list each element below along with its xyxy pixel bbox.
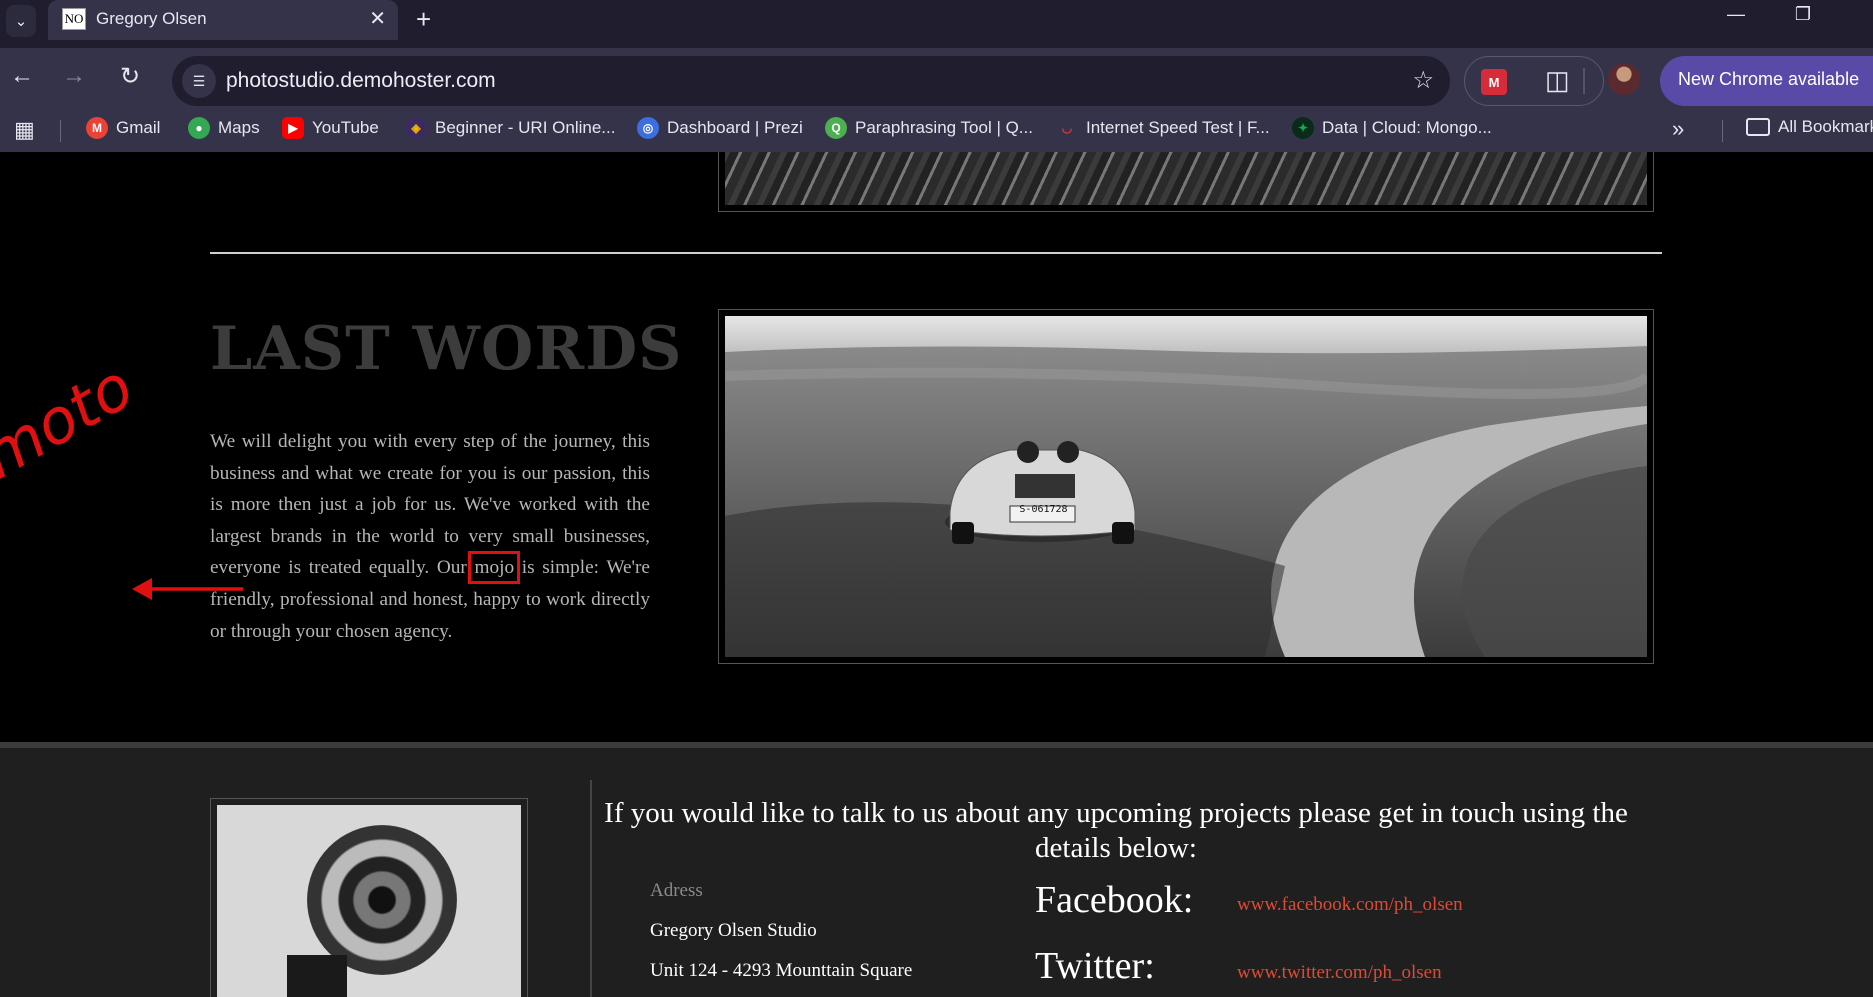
section-title: LAST WORDS: [210, 314, 683, 384]
bookmark-label: Paraphrasing Tool | Q...: [855, 118, 1033, 137]
minimize-icon[interactable]: —: [1706, 4, 1766, 25]
twitter-link[interactable]: www.twitter.com/ph_olsen: [1237, 962, 1442, 984]
contact-heading: If you would like to talk to us about an…: [604, 797, 1628, 864]
bookmark-label: Data | Cloud: Mongo...: [1322, 118, 1492, 137]
bookmark-speedtest[interactable]: ◡ Internet Speed Test | F...: [1056, 117, 1270, 139]
section-divider: [210, 252, 1662, 254]
active-tab[interactable]: NO Gregory Olsen ✕: [48, 0, 398, 40]
footer-divider: [590, 780, 592, 997]
road-car-photo-frame: S-061728: [718, 309, 1654, 664]
handwritten-annotation: moto: [0, 349, 146, 493]
bookmark-label: Maps: [218, 118, 260, 137]
annotation-arrowhead: [132, 578, 152, 600]
site-favicon: NO: [62, 8, 86, 30]
bookmarks-separator: [1722, 120, 1723, 142]
extensions-puzzle-icon[interactable]: ◫: [1545, 65, 1570, 96]
bookmark-label: Beginner - URI Online...: [435, 118, 616, 137]
tab-strip: ⌄ NO Gregory Olsen ✕ + — ❐: [0, 0, 1873, 48]
aerial-photo: [725, 152, 1647, 205]
folder-icon: [1746, 118, 1770, 136]
camera-photo: [217, 805, 521, 997]
mongodb-icon: ✦: [1292, 117, 1314, 139]
bookmark-mongodb[interactable]: ✦ Data | Cloud: Mongo...: [1292, 117, 1492, 139]
bookmark-label: Dashboard | Prezi: [667, 118, 803, 137]
mendeley-extension-icon[interactable]: M: [1481, 69, 1507, 95]
address-line-2: Unit 124 - 4293 Mounttain Square: [650, 960, 913, 981]
uri-icon: ◈: [405, 117, 427, 139]
youtube-icon: ▶: [282, 117, 304, 139]
bookmark-label: YouTube: [312, 118, 379, 137]
web-page: LAST WORDS We will delight you with ever…: [0, 152, 1873, 997]
bookmark-label: Gmail: [116, 118, 161, 137]
car-photo-illustration: [725, 316, 1647, 657]
bookmark-uri[interactable]: ◈ Beginner - URI Online...: [405, 117, 615, 139]
address-label: Adress: [650, 880, 703, 901]
new-tab-button[interactable]: +: [416, 4, 431, 35]
car-license-plate: S-061728: [1019, 504, 1068, 515]
restore-icon[interactable]: ❐: [1773, 4, 1833, 25]
bookmarks-bar: ▦ M Gmail ● Maps ▶ YouTube ◈ Beginner - …: [0, 108, 1873, 152]
camera-body: [287, 955, 347, 997]
facebook-label: Facebook:: [1035, 879, 1194, 921]
contact-footer: If you would like to talk to us about an…: [0, 742, 1873, 997]
twitter-label: Twitter:: [1035, 945, 1155, 987]
camera-lens-icon: [307, 825, 457, 975]
quillbot-icon: Q: [825, 117, 847, 139]
bookmark-gmail[interactable]: M Gmail: [86, 117, 160, 139]
close-tab-icon[interactable]: ✕: [369, 6, 386, 31]
browser-toolbar: ← → ↻ ☰ photostudio.demohoster.com ☆ M ◫: [0, 48, 1873, 108]
camera-photo-frame: [210, 798, 528, 997]
maps-icon: ●: [188, 117, 210, 139]
bookmarks-separator: [60, 120, 61, 142]
section-body-text: We will delight you with every step of t…: [210, 426, 650, 647]
gallery-photo-top: [718, 152, 1654, 212]
forward-icon[interactable]: →: [58, 62, 90, 90]
prezi-icon: ◎: [637, 117, 659, 139]
tab-title: Gregory Olsen: [96, 9, 207, 28]
address-line-1: Gregory Olsen Studio: [650, 920, 817, 941]
url-text[interactable]: photostudio.demohoster.com: [226, 69, 496, 93]
bookmark-youtube[interactable]: ▶ YouTube: [282, 117, 379, 139]
new-chrome-available-button[interactable]: New Chrome available: [1660, 56, 1873, 106]
facebook-link[interactable]: www.facebook.com/ph_olsen: [1237, 894, 1463, 916]
address-bar[interactable]: ☰ photostudio.demohoster.com ☆: [172, 56, 1450, 106]
bookmark-label: Internet Speed Test | F...: [1086, 118, 1270, 137]
speedtest-icon: ◡: [1061, 121, 1073, 135]
tab-search-button[interactable]: ⌄: [6, 5, 36, 37]
site-settings-icon[interactable]: ☰: [182, 64, 216, 98]
profile-avatar[interactable]: [1608, 63, 1640, 95]
bookmark-prezi[interactable]: ◎ Dashboard | Prezi: [637, 117, 803, 139]
bookmark-maps[interactable]: ● Maps: [188, 117, 260, 139]
back-icon[interactable]: ←: [6, 62, 38, 90]
apps-grid-icon[interactable]: ▦: [14, 117, 35, 143]
road-car-photo: S-061728: [725, 316, 1647, 657]
highlighted-word: mojo: [468, 551, 521, 585]
all-bookmarks-label: All Bookmarks: [1778, 117, 1873, 136]
reload-icon[interactable]: ↻: [114, 62, 146, 91]
toolbar-separator: [1583, 68, 1585, 94]
bookmark-star-icon[interactable]: ☆: [1412, 66, 1434, 95]
bookmark-quillbot[interactable]: Q Paraphrasing Tool | Q...: [825, 117, 1033, 139]
chevron-down-icon: ⌄: [14, 13, 28, 30]
more-bookmarks-icon[interactable]: »: [1672, 116, 1684, 142]
gmail-icon: M: [86, 117, 108, 139]
all-bookmarks-button[interactable]: All Bookmarks: [1746, 117, 1873, 137]
